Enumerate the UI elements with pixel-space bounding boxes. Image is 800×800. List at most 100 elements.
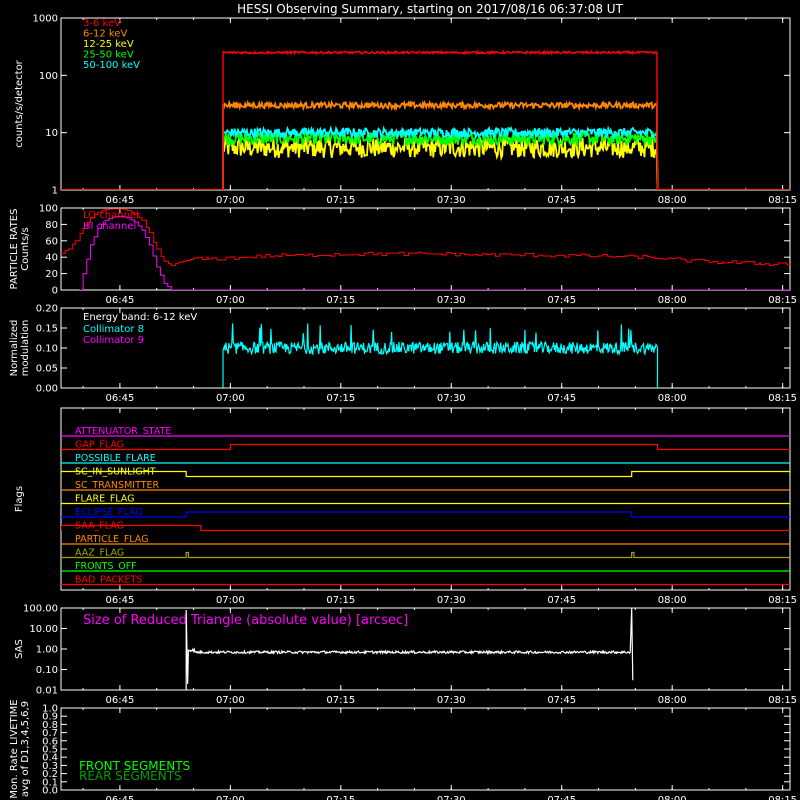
- flag-label: ECLIPSE_FLAG: [75, 507, 143, 518]
- x-tick-label: 07:15: [326, 695, 355, 706]
- legend-entry: 6-12 keV: [83, 29, 127, 40]
- y-tick-label: 0.10: [36, 665, 58, 676]
- x-tick-label: 07:30: [437, 795, 466, 800]
- x-tick-label: 07:00: [216, 195, 245, 206]
- x-tick-label: 07:30: [437, 393, 466, 404]
- y-axis-label: counts/s/detector: [14, 59, 25, 147]
- y-tick-label: 100: [39, 204, 58, 215]
- y-tick-label: 60: [45, 236, 58, 247]
- x-tick-label: 07:45: [547, 795, 576, 800]
- x-tick-label: 08:00: [658, 695, 687, 706]
- x-tick-label: 07:30: [437, 195, 466, 206]
- y-tick-label: 1000: [33, 14, 58, 25]
- y-axis-label-text: SAS: [14, 639, 25, 659]
- x-tick-label: 07:30: [437, 695, 466, 706]
- legend-entry: 50-100 keV: [83, 60, 140, 71]
- x-tick-label: 08:15: [768, 195, 797, 206]
- x-tick-label: 08:00: [658, 295, 687, 306]
- y-tick-label: 100: [39, 71, 58, 82]
- y-axis-label-line: Counts/s: [20, 227, 31, 271]
- flag-label: ATTENUATOR_STATE: [75, 426, 171, 437]
- x-tick-label: 08:00: [658, 595, 687, 606]
- flag-label: FLARE_FLAG: [75, 494, 135, 505]
- legend-entry: Collimator 8: [83, 324, 144, 335]
- annotation-reduced-triangle: Size of Reduced Triangle (absolute value…: [83, 613, 408, 628]
- x-tick-label: 08:15: [768, 295, 797, 306]
- y-tick-label: 1.0: [42, 704, 58, 715]
- x-tick-label: 07:45: [547, 695, 576, 706]
- x-tick-label: 07:00: [216, 295, 245, 306]
- flag-label: SAA_FLAG: [75, 521, 124, 532]
- x-tick-label: 08:00: [658, 795, 687, 800]
- x-tick-label: 07:45: [547, 195, 576, 206]
- x-tick-label: 06:45: [105, 195, 134, 206]
- y-tick-label: 0.05: [36, 364, 58, 375]
- flag-label: AAZ_FLAG: [75, 548, 124, 559]
- y-axis-label: Flags: [14, 486, 25, 512]
- x-tick-label: 08:00: [658, 195, 687, 206]
- flag-label: SC_TRANSMITTER: [75, 480, 160, 491]
- legend-entry: LO channel: [83, 210, 139, 221]
- y-tick-label: 1: [52, 186, 58, 197]
- x-tick-label: 07:00: [216, 595, 245, 606]
- x-tick-label: 07:30: [437, 595, 466, 606]
- y-axis-label-text: counts/s/detector: [14, 59, 25, 147]
- y-tick-label: 0: [52, 286, 58, 297]
- y-tick-label: 0.20: [36, 304, 58, 315]
- y-tick-label: 0.10: [36, 344, 58, 355]
- annotation-energy-band: Energy band: 6-12 keV: [83, 312, 197, 323]
- x-tick-label: 08:15: [768, 595, 797, 606]
- y-tick-label: 0.00: [36, 384, 58, 395]
- y-axis-label: Mon. Rate LIVETIMEavg of D1,3,4,5,6,9: [9, 699, 31, 798]
- y-tick-label: 0.15: [36, 324, 58, 335]
- flag-label: GAP_FLAG: [75, 440, 124, 451]
- x-tick-label: 07:15: [326, 295, 355, 306]
- flag-label: BAD_PACKETS: [75, 575, 142, 586]
- y-axis-label-line: Mon. Rate LIVETIME: [9, 699, 20, 798]
- y-tick-label: 20: [45, 269, 58, 280]
- x-tick-label: 07:15: [326, 393, 355, 404]
- flag-label: POSSIBLE_FLARE: [75, 453, 156, 464]
- y-tick-label: 10.00: [29, 624, 58, 635]
- y-axis-label-line: avg of D1,3,4,5,6,9: [20, 701, 31, 797]
- x-tick-label: 07:30: [437, 295, 466, 306]
- flag-label: PARTICLE_FLAG: [75, 534, 148, 545]
- x-tick-label: 08:15: [768, 795, 797, 800]
- y-tick-label: 10: [45, 128, 58, 139]
- y-tick-label: 0.01: [36, 686, 58, 697]
- legend-entry: 12-25 keV: [83, 39, 134, 50]
- x-tick-label: 07:15: [326, 795, 355, 800]
- y-axis-label-text: Mon. Rate LIVETIMEavg of D1,3,4,5,6,9: [9, 699, 31, 798]
- figure-title: HESSI Observing Summary, starting on 201…: [237, 2, 623, 16]
- x-tick-label: 08:00: [658, 393, 687, 404]
- y-axis-label-text: Flags: [14, 486, 25, 512]
- x-tick-label: 07:15: [326, 195, 355, 206]
- x-tick-label: 06:45: [105, 595, 134, 606]
- x-tick-label: 07:15: [326, 595, 355, 606]
- y-tick-label: 40: [45, 253, 58, 264]
- y-axis-label: Normalizedmodulation: [9, 320, 31, 377]
- x-tick-label: 07:00: [216, 695, 245, 706]
- y-axis-label-line: Normalized: [9, 320, 20, 377]
- x-tick-label: 07:45: [547, 595, 576, 606]
- y-axis-label: SAS: [14, 639, 25, 659]
- legend-entry: 25-50 keV: [83, 50, 134, 61]
- flag-label: SC_IN_SUNLIGHT: [75, 467, 156, 478]
- y-tick-label: 80: [45, 220, 58, 231]
- x-tick-label: 06:45: [105, 795, 134, 800]
- x-tick-label: 07:00: [216, 795, 245, 800]
- x-tick-label: 06:45: [105, 295, 134, 306]
- legend-entry: HI channel: [83, 221, 136, 232]
- legend-entry: 3-6 keV: [83, 18, 121, 29]
- y-tick-label: 1.00: [36, 645, 58, 656]
- x-tick-label: 07:45: [547, 393, 576, 404]
- flag-label: FRONTS_OFF: [75, 561, 137, 572]
- y-axis-label-line: modulation: [20, 320, 31, 377]
- legend-entry: Collimator 9: [83, 335, 144, 346]
- hessi-summary-figure: HESSI Observing Summary, starting on 201…: [0, 0, 800, 800]
- x-tick-label: 07:45: [547, 295, 576, 306]
- y-axis-label-text: Normalizedmodulation: [9, 320, 31, 377]
- x-tick-label: 07:00: [216, 393, 245, 404]
- legend-entry: REAR SEGMENTS: [79, 769, 182, 783]
- x-tick-label: 08:15: [768, 695, 797, 706]
